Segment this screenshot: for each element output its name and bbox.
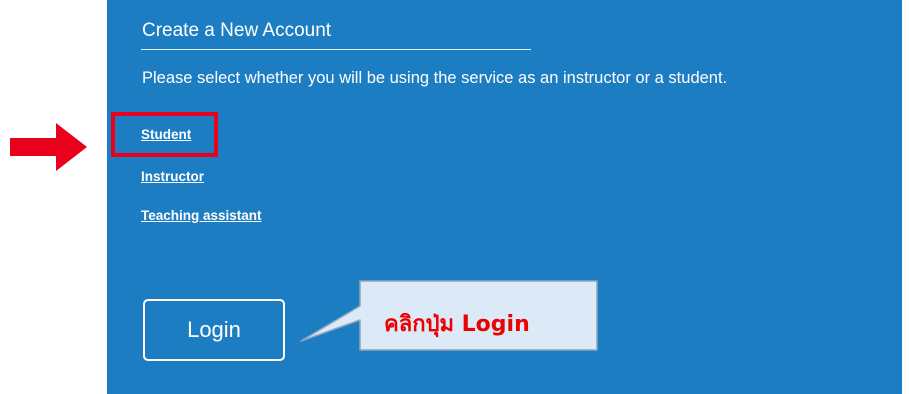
instructor-link[interactable]: Instructor (141, 169, 204, 184)
teaching-assistant-link[interactable]: Teaching assistant (141, 208, 262, 223)
page-title: Create a New Account (142, 20, 332, 41)
instructions-text: Please select whether you will be using … (142, 69, 728, 87)
callout-text: คลิกปุ่ม Login (384, 312, 530, 337)
student-link[interactable]: Student (141, 127, 191, 142)
title-divider (141, 49, 531, 50)
login-button[interactable]: Login (143, 299, 285, 361)
right-arrow-icon (10, 123, 87, 171)
